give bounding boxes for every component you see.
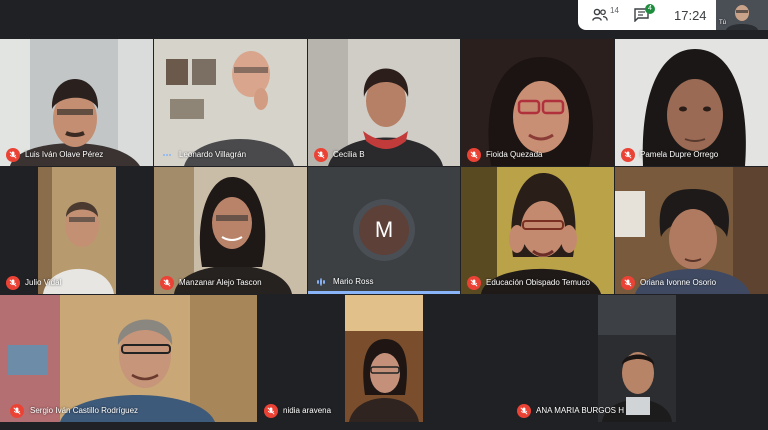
self-label: Tú xyxy=(719,20,727,26)
participant-video xyxy=(154,39,307,166)
participant-name: Oriana Ivonne Osorio xyxy=(640,278,717,287)
clock-text: 17:24 xyxy=(674,7,707,23)
avatar: M xyxy=(359,205,409,255)
people-icon xyxy=(592,8,608,21)
participant-tile-active-speaker[interactable]: M Mario Ross xyxy=(308,167,460,294)
participant-video xyxy=(615,167,768,294)
participant-name: Manzanar Alejo Tascon xyxy=(179,278,262,287)
mic-off-icon xyxy=(621,276,635,290)
participant-tile[interactable]: ANA MARIA BURGOS H xyxy=(511,295,768,422)
participant-name: Leonardo Villagrán xyxy=(179,150,247,159)
mic-off-icon xyxy=(517,404,531,418)
chat-badge: 4 xyxy=(645,4,655,14)
participant-name: Luis Iván Olave Pérez xyxy=(25,150,104,159)
participant-video xyxy=(598,295,676,422)
participant-video xyxy=(461,39,614,166)
top-bar: 14 4 17:24 Tú xyxy=(0,0,768,30)
participant-name: Mario Ross xyxy=(333,277,374,286)
participant-name: Fioida Quezada xyxy=(486,150,543,159)
mic-off-icon xyxy=(467,276,481,290)
participant-video xyxy=(38,167,116,294)
participant-name: ANA MARIA BURGOS H xyxy=(536,406,625,415)
mic-off-icon xyxy=(6,276,20,290)
participant-name: Educación Obispado Temuco xyxy=(486,278,590,287)
mic-off-icon xyxy=(6,148,20,162)
avatar-letter: M xyxy=(374,217,394,242)
participant-name: Cecilia B xyxy=(333,150,365,159)
chat-button[interactable]: 4 xyxy=(634,0,655,30)
participant-name: Sergio Iván Castillo Rodríguez xyxy=(30,406,139,415)
participants-button[interactable]: 14 xyxy=(592,0,619,30)
participant-name: nidia aravena xyxy=(283,406,332,415)
participant-video xyxy=(154,167,307,294)
mic-off-icon xyxy=(10,404,24,418)
participant-tile[interactable]: nidia aravena xyxy=(258,295,510,422)
mic-off-icon xyxy=(264,404,278,418)
participants-count: 14 xyxy=(610,6,619,15)
participant-name: Pamela Dupre Orrego xyxy=(640,150,719,159)
self-view-thumbnail[interactable]: Tú xyxy=(716,0,768,30)
participant-video xyxy=(0,295,257,422)
participant-tile[interactable]: Fioida Quezada xyxy=(461,39,614,166)
participant-video xyxy=(345,295,423,422)
speaking-indicator-icon xyxy=(314,275,328,289)
participant-tile[interactable]: Sergio Iván Castillo Rodríguez xyxy=(0,295,257,422)
clock: 17:24 xyxy=(674,0,707,30)
participant-video xyxy=(461,167,614,294)
participant-tile[interactable]: Oriana Ivonne Osorio xyxy=(615,167,768,294)
participant-video xyxy=(0,39,153,166)
meeting-info-panel: 14 4 17:24 xyxy=(578,0,716,30)
participant-tile[interactable]: Pamela Dupre Orrego xyxy=(615,39,768,166)
participant-tile[interactable]: Manzanar Alejo Tascon xyxy=(154,167,307,294)
participant-tile[interactable]: Julio Vidal xyxy=(0,167,153,294)
mic-off-icon xyxy=(621,148,635,162)
mic-off-icon xyxy=(160,276,174,290)
audio-level-icon xyxy=(160,148,174,162)
participant-tile[interactable]: Leonardo Villagrán xyxy=(154,39,307,166)
mic-off-icon xyxy=(314,148,328,162)
participant-name: Julio Vidal xyxy=(25,278,62,287)
participant-video xyxy=(615,39,768,166)
participant-tile[interactable]: Educación Obispado Temuco xyxy=(461,167,614,294)
mic-off-icon xyxy=(467,148,481,162)
participant-tile[interactable]: Cecilia B xyxy=(308,39,460,166)
participant-tile[interactable]: Luis Iván Olave Pérez xyxy=(0,39,153,166)
participant-video xyxy=(308,39,460,166)
